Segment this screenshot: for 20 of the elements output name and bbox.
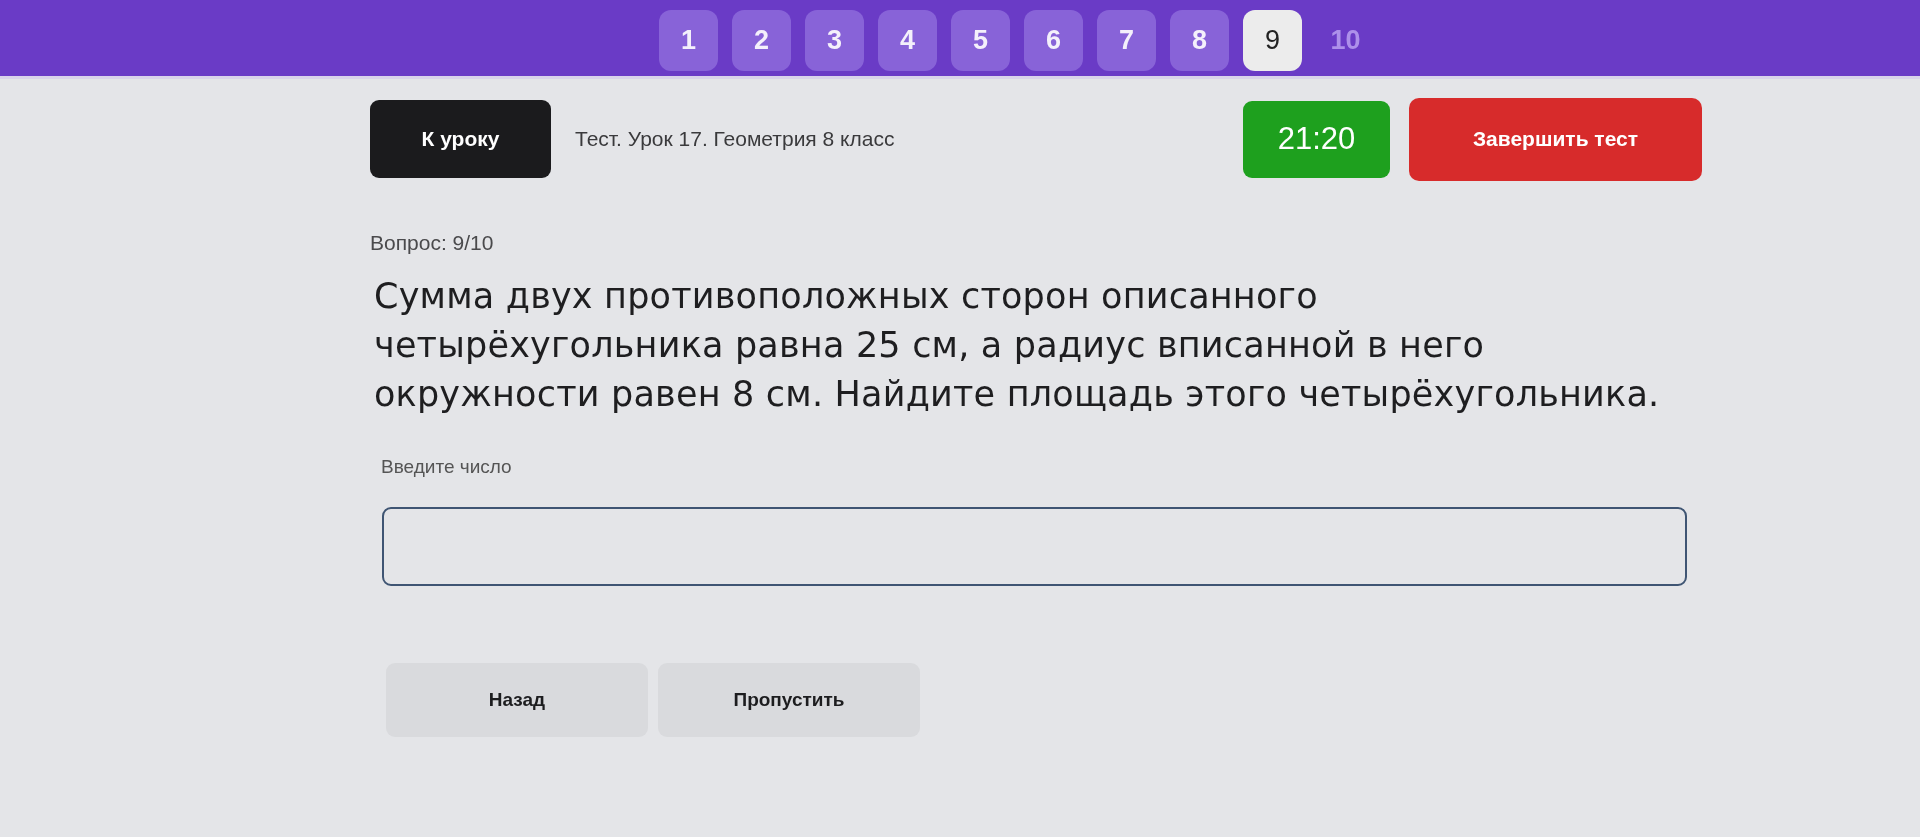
footer-button[interactable]: Назад bbox=[386, 663, 648, 737]
answer-input-field[interactable] bbox=[382, 507, 1687, 586]
question-text: Сумма двух противоположных сторон описанного четырёхугольника равна 25 см, а радиус вписанной в него окружности равен 8 см. Найдите площадь этого четырёхугольника. bbox=[374, 275, 1661, 416]
test-title: Тест. Урок 17. Геометрия 8 класс bbox=[575, 127, 895, 151]
question-number-tab[interactable]: 6 bbox=[1024, 9, 1083, 71]
finish-test-button[interactable]: Завершить тест bbox=[1409, 97, 1702, 181]
back-to-lesson-button[interactable]: К уроку bbox=[370, 100, 551, 178]
question-number-tab[interactable]: 5 bbox=[951, 9, 1010, 71]
question-number-tab[interactable]: 2 bbox=[732, 9, 791, 71]
timer: 21:20 bbox=[1243, 100, 1390, 178]
question-number-tab[interactable]: 9 bbox=[1243, 9, 1302, 71]
question-number-tab[interactable]: 1 bbox=[659, 9, 718, 71]
question-number-tab[interactable]: 4 bbox=[878, 9, 937, 71]
answer-label: Введите число bbox=[381, 455, 512, 479]
question-number-tab[interactable]: 7 bbox=[1097, 9, 1156, 71]
question-number-tab[interactable]: 8 bbox=[1170, 9, 1229, 71]
question-counter: Вопрос: 9/10 bbox=[370, 230, 494, 256]
question-number-tab[interactable]: 3 bbox=[805, 9, 864, 71]
question-number-tab[interactable]: 10 bbox=[1316, 9, 1375, 71]
footer-button[interactable]: Пропустить bbox=[658, 663, 920, 737]
